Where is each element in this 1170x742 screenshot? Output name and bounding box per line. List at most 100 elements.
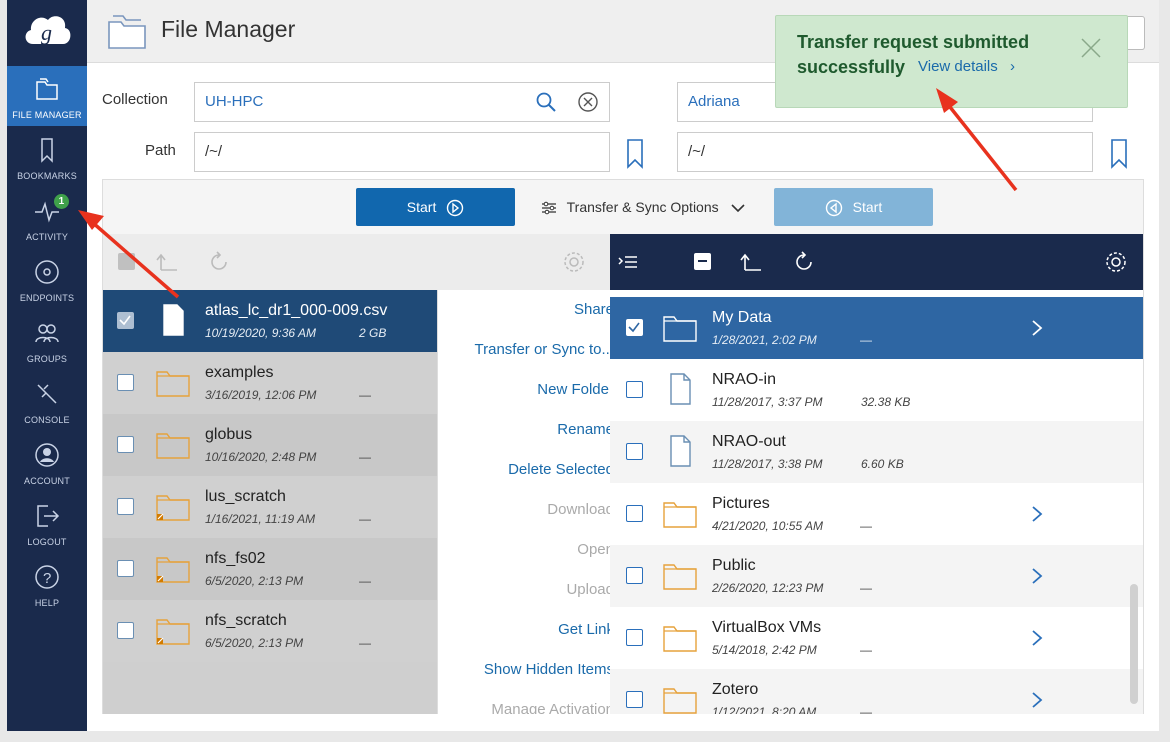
globus-logo-icon[interactable]: g <box>21 10 73 52</box>
chevron-right-icon[interactable] <box>1030 505 1044 523</box>
left-file-row[interactable]: examples 3/16/2019, 12:06 PM — <box>103 352 437 414</box>
sidebar-item-endpoints[interactable]: ENDPOINTS <box>7 249 87 309</box>
console-icon <box>37 384 57 404</box>
refresh-icon[interactable] <box>207 250 231 274</box>
left-bookmark-icon[interactable] <box>626 139 644 169</box>
row-checkbox[interactable] <box>117 498 134 515</box>
row-checkbox[interactable] <box>626 381 643 398</box>
left-file-row[interactable]: lus_scratch 1/16/2021, 11:19 AM — <box>103 476 437 538</box>
sidebar-item-file-manager[interactable]: FILE MANAGER <box>7 66 87 126</box>
transfer-options-label: Transfer & Sync Options <box>566 199 719 215</box>
sidebar-item-groups[interactable]: GROUPS <box>7 310 87 370</box>
left-settings-icon[interactable] <box>562 250 586 274</box>
sidebar-item-bookmarks[interactable]: BOOKMARKS <box>7 127 87 187</box>
menu-item-transfer-or-sync-to[interactable]: Transfer or Sync to... <box>438 332 611 372</box>
menu-item-manage-activation[interactable]: Manage Activation <box>438 692 610 714</box>
menu-item-open[interactable]: Open <box>438 532 610 572</box>
file-icon <box>670 373 691 405</box>
file-date: 1/12/2021, 8:20 AM <box>712 705 817 714</box>
right-up-folder-icon[interactable] <box>739 250 763 274</box>
sidebar-item-console[interactable]: CONSOLE <box>7 371 87 431</box>
chevron-right-icon[interactable] <box>1030 629 1044 647</box>
right-path-field[interactable]: /~/ <box>677 132 1093 172</box>
row-checkbox[interactable] <box>117 374 134 391</box>
menu-item-new-folder[interactable]: New Folder <box>438 372 610 412</box>
left-path-field[interactable]: /~/ <box>194 132 610 172</box>
clear-icon[interactable] <box>577 91 599 113</box>
up-folder-icon[interactable] <box>155 250 179 274</box>
right-file-row[interactable]: NRAO-out 11/28/2017, 3:38 PM 6.60 KB <box>610 421 1143 483</box>
row-checkbox[interactable] <box>626 567 643 584</box>
search-icon[interactable] <box>535 91 557 113</box>
row-checkbox[interactable] <box>117 622 134 639</box>
chevron-right-icon[interactable] <box>1030 319 1044 337</box>
left-file-row[interactable]: nfs_fs02 6/5/2020, 2:13 PM — <box>103 538 437 600</box>
left-file-row[interactable]: globus 10/16/2020, 2:48 PM — <box>103 414 437 476</box>
view-details-link[interactable]: View details › <box>918 58 1015 75</box>
menu-item-rename[interactable]: Rename <box>438 412 610 452</box>
left-file-row[interactable]: atlas_lc_dr1_000-009.csv 10/19/2020, 9:3… <box>103 290 437 352</box>
file-size: — <box>860 519 872 533</box>
left-file-row[interactable]: nfs_scratch 6/5/2020, 2:13 PM — <box>103 600 437 662</box>
close-icon[interactable] <box>1079 36 1103 60</box>
right-file-pane: My Data 1/28/2021, 2:02 PM — NRAO-in 11/… <box>610 234 1144 714</box>
row-checkbox[interactable] <box>626 505 643 522</box>
right-file-row[interactable]: VirtualBox VMs 5/14/2018, 2:42 PM — <box>610 607 1143 669</box>
right-file-row[interactable]: Zotero 1/12/2021, 8:20 AM — <box>610 669 1143 714</box>
file-name: nfs_fs02 <box>205 550 266 567</box>
right-scrollbar[interactable] <box>1130 584 1138 704</box>
menu-item-label: Open <box>577 541 610 558</box>
menu-item-get-link[interactable]: Get Link <box>438 612 610 652</box>
row-checkbox[interactable] <box>626 691 643 708</box>
file-size: — <box>860 333 872 347</box>
right-select-all-checkbox[interactable] <box>694 253 711 270</box>
file-date: 6/5/2020, 2:13 PM <box>205 574 304 588</box>
start-right-label: Start <box>852 199 883 215</box>
file-manager-icon <box>36 78 58 100</box>
row-checkbox[interactable] <box>626 443 643 460</box>
row-checkbox[interactable] <box>626 629 643 646</box>
row-checkbox[interactable] <box>117 312 134 329</box>
right-file-row[interactable]: NRAO-in 11/28/2017, 3:37 PM 32.38 KB <box>610 359 1143 421</box>
folder-header-icon <box>108 15 146 49</box>
context-menu: Share Transfer or Sync to... New Folder … <box>437 290 610 714</box>
sidebar-item-label: LOGOUT <box>27 537 67 547</box>
sidebar-item-label: BOOKMARKS <box>17 171 77 181</box>
row-checkbox[interactable] <box>626 319 643 336</box>
file-size: — <box>860 705 872 714</box>
right-refresh-icon[interactable] <box>792 250 816 274</box>
sidebar-item-label: ENDPOINTS <box>19 293 75 303</box>
file-date: 10/16/2020, 2:48 PM <box>205 450 317 464</box>
select-all-checkbox[interactable] <box>118 253 135 270</box>
menu-item-label: Get Link <box>558 621 610 638</box>
file-name: NRAO-out <box>712 433 786 450</box>
sidebar-item-account[interactable]: ACCOUNT <box>7 432 87 492</box>
right-file-row[interactable]: Pictures 4/21/2020, 10:55 AM — <box>610 483 1143 545</box>
chevron-right-icon[interactable] <box>1030 567 1044 585</box>
collapse-menu-icon[interactable] <box>616 250 640 274</box>
sidebar-item-activity[interactable]: 1 ACTIVITY <box>7 188 87 248</box>
sidebar-item-help[interactable]: ? HELP <box>7 554 87 614</box>
chevron-down-icon <box>730 204 745 213</box>
menu-item-show-hidden-items[interactable]: Show Hidden Items <box>438 652 610 692</box>
menu-item-download[interactable]: Download <box>438 492 610 532</box>
chevron-right-icon[interactable] <box>1030 691 1044 709</box>
sidebar-item-label: FILE MANAGER <box>12 110 82 120</box>
symlink-folder-icon <box>156 619 190 645</box>
transfer-options-dropdown[interactable]: Transfer & Sync Options <box>541 188 745 226</box>
right-file-row[interactable]: Public 2/26/2020, 12:23 PM — <box>610 545 1143 607</box>
collection-label: Collection <box>102 91 168 108</box>
start-right-button[interactable]: Start <box>774 188 933 226</box>
left-collection-field[interactable]: UH-HPC <box>194 82 610 122</box>
right-file-row[interactable]: My Data 1/28/2021, 2:02 PM — <box>610 297 1143 359</box>
menu-item-upload[interactable]: Upload <box>438 572 610 612</box>
start-left-button[interactable]: Start <box>356 188 515 226</box>
menu-item-share[interactable]: Share <box>438 292 610 332</box>
menu-item-delete-selected[interactable]: Delete Selected <box>438 452 610 492</box>
right-settings-icon[interactable] <box>1104 250 1128 274</box>
row-checkbox[interactable] <box>117 560 134 577</box>
right-bookmark-icon[interactable] <box>1110 139 1128 169</box>
row-checkbox[interactable] <box>117 436 134 453</box>
sidebar-item-logout[interactable]: LOGOUT <box>7 493 87 553</box>
left-path-value: /~/ <box>205 143 223 160</box>
